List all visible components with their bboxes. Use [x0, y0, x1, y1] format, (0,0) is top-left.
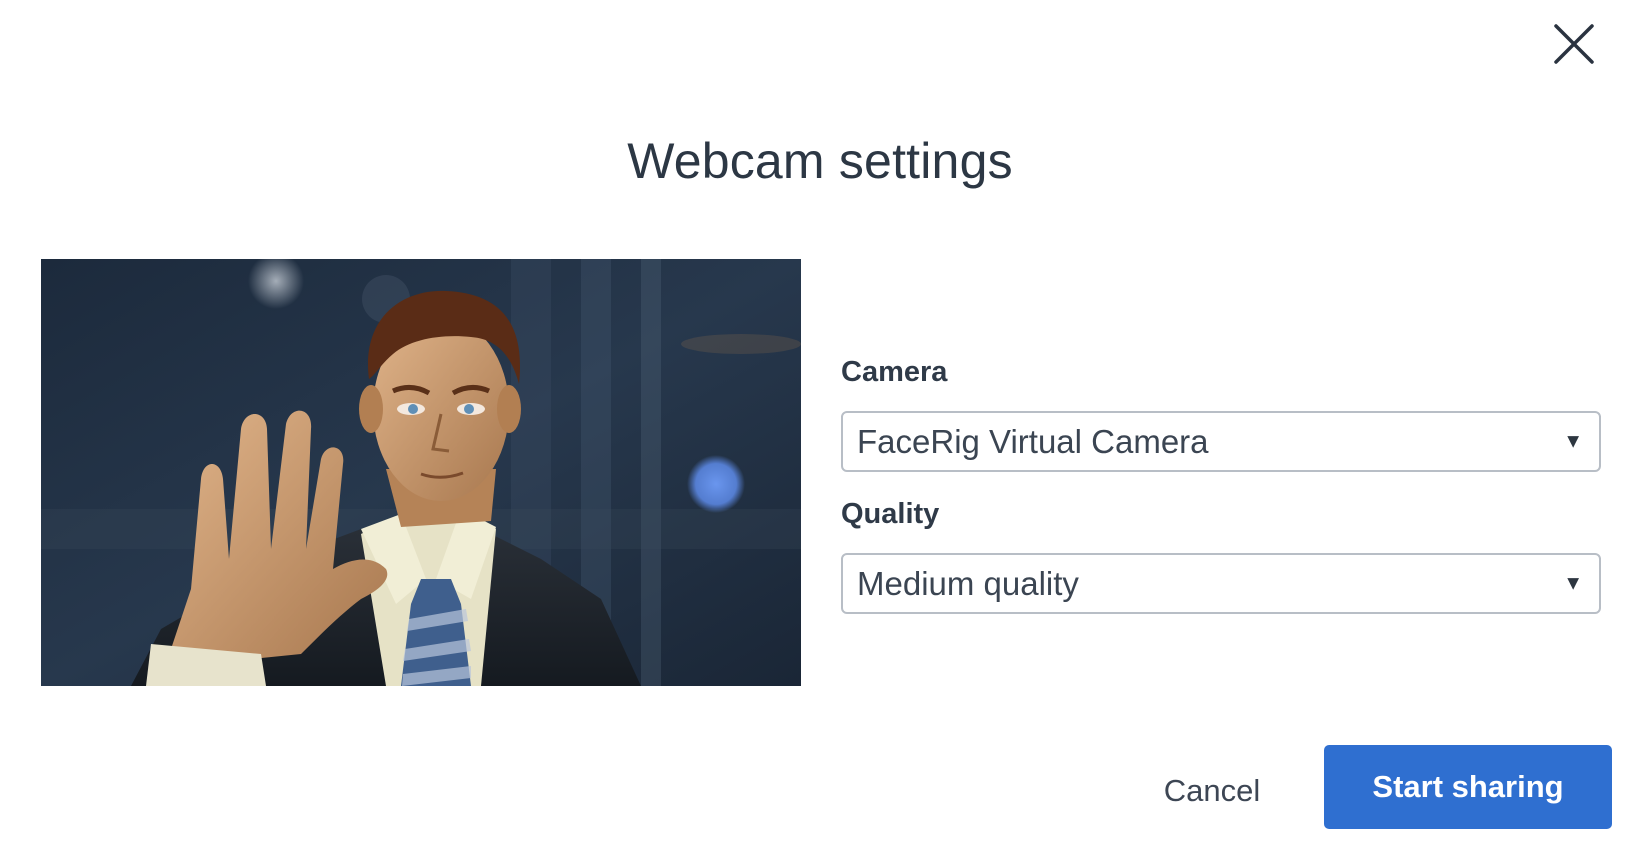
webcam-preview [41, 259, 801, 686]
webcam-settings-dialog: Webcam settings Camera FaceRig Virtual C… [0, 0, 1626, 846]
webcam-preview-image [41, 259, 801, 686]
close-icon [1554, 24, 1594, 64]
start-sharing-button[interactable]: Start sharing [1324, 745, 1612, 829]
chevron-down-icon: ▼ [1563, 572, 1583, 594]
chevron-down-icon: ▼ [1563, 430, 1583, 452]
camera-select[interactable]: FaceRig Virtual Camera ▼ [841, 411, 1601, 472]
quality-label: Quality [841, 498, 940, 530]
quality-select-value: Medium quality [857, 564, 1079, 602]
dialog-title: Webcam settings [627, 133, 1013, 189]
camera-select-value: FaceRig Virtual Camera [857, 422, 1209, 460]
camera-label: Camera [841, 356, 948, 388]
close-button[interactable] [1548, 18, 1600, 70]
cancel-button[interactable]: Cancel [1150, 760, 1274, 822]
quality-select[interactable]: Medium quality ▼ [841, 553, 1601, 614]
